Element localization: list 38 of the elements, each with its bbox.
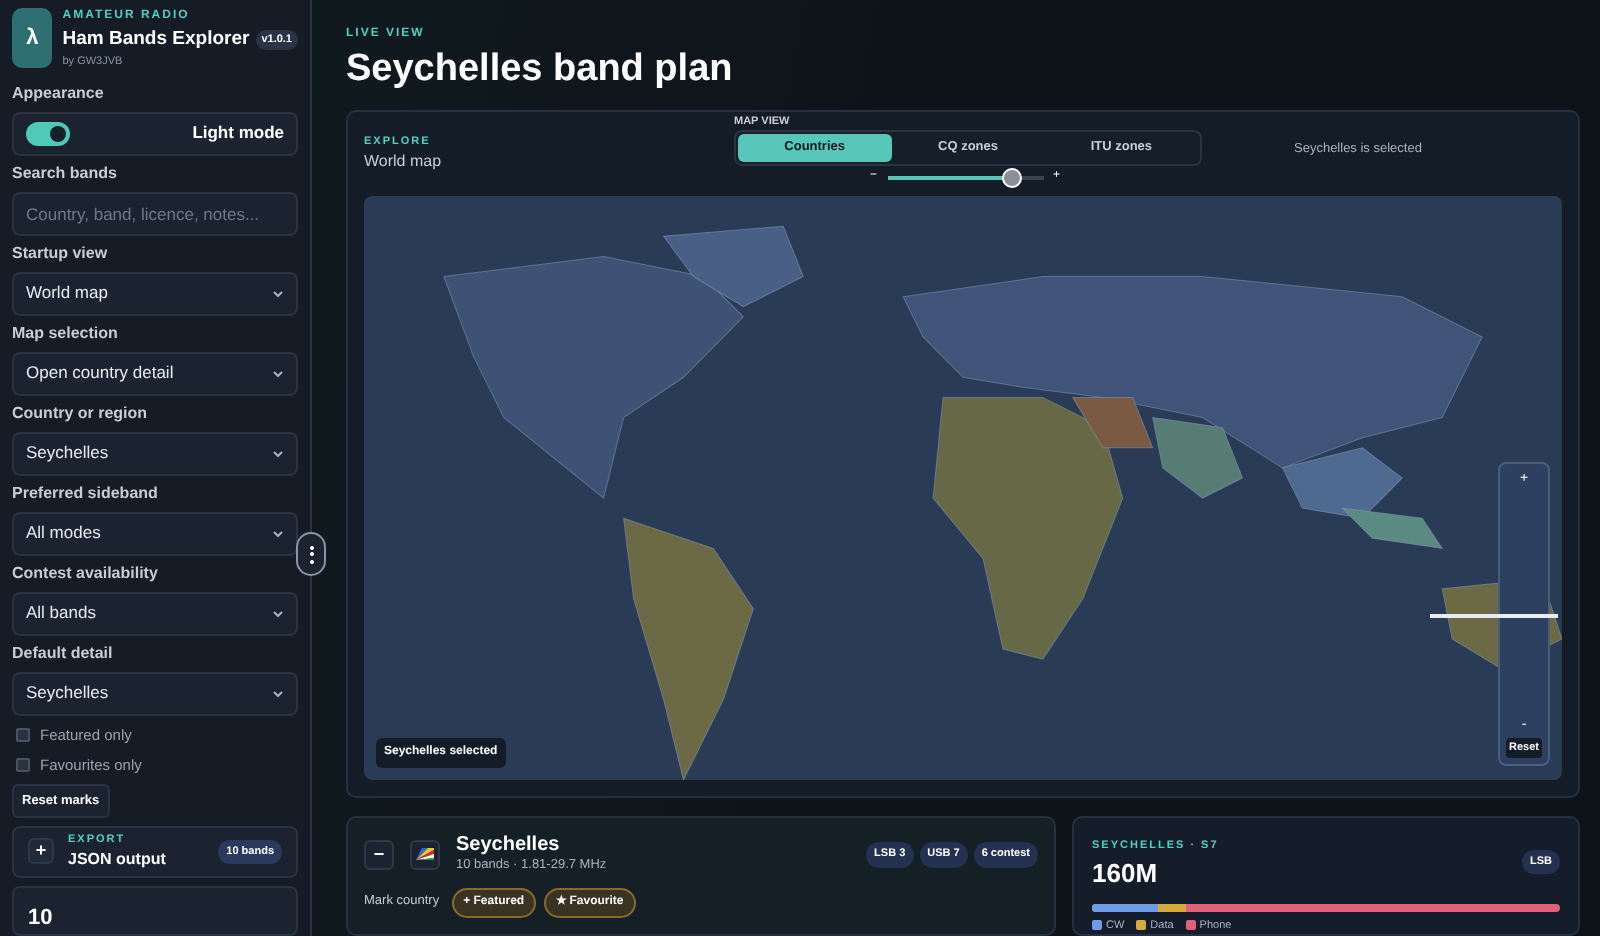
slider-thumb[interactable] bbox=[1001, 167, 1022, 188]
page-title: Seychelles band plan bbox=[346, 46, 735, 94]
country-name: Seychelles bbox=[456, 834, 562, 856]
field-label: Contest availability bbox=[12, 563, 160, 583]
field-label: Search bands bbox=[12, 163, 119, 183]
band-name: 160M bbox=[1092, 856, 1160, 893]
field-label: Map selection bbox=[12, 323, 120, 343]
flag-icon bbox=[410, 839, 440, 870]
chevron-icon bbox=[272, 289, 284, 297]
search-field[interactable]: Country, band, licence, notes... bbox=[12, 191, 298, 235]
chevron-icon bbox=[272, 369, 284, 377]
chevron-icon bbox=[272, 609, 284, 617]
expand-button[interactable]: + bbox=[28, 838, 54, 865]
dropdown[interactable]: Seychelles bbox=[12, 671, 298, 715]
dropdown[interactable]: Open country detail bbox=[12, 351, 298, 395]
dropdown[interactable]: All bands bbox=[12, 591, 298, 635]
field-label: Country or region bbox=[12, 403, 150, 423]
toggle-switch[interactable] bbox=[26, 121, 70, 145]
field-label: Default detail bbox=[12, 643, 115, 663]
chevron-icon bbox=[272, 689, 284, 697]
dropdown[interactable]: World map bbox=[12, 271, 298, 315]
export-title: JSON output bbox=[68, 848, 168, 872]
more-icon[interactable] bbox=[296, 532, 326, 576]
count-card: 10 bbox=[12, 885, 298, 936]
app-title: Ham Bands Explorer bbox=[62, 26, 250, 54]
checkbox[interactable] bbox=[16, 727, 30, 741]
dropdown[interactable]: All modes bbox=[12, 511, 298, 555]
checkbox[interactable] bbox=[16, 757, 30, 771]
logo: λ bbox=[12, 8, 53, 68]
chevron-icon bbox=[272, 449, 284, 457]
dropdown[interactable]: Seychelles bbox=[12, 431, 298, 475]
field-label: Preferred sideband bbox=[12, 483, 160, 503]
field-label: Appearance bbox=[12, 83, 106, 103]
field-label: Startup view bbox=[12, 243, 110, 263]
card-title: World map bbox=[364, 150, 444, 175]
chevron-icon bbox=[272, 529, 284, 537]
toggle-label: Light mode bbox=[192, 120, 284, 146]
collapse-button[interactable]: − bbox=[364, 839, 394, 870]
